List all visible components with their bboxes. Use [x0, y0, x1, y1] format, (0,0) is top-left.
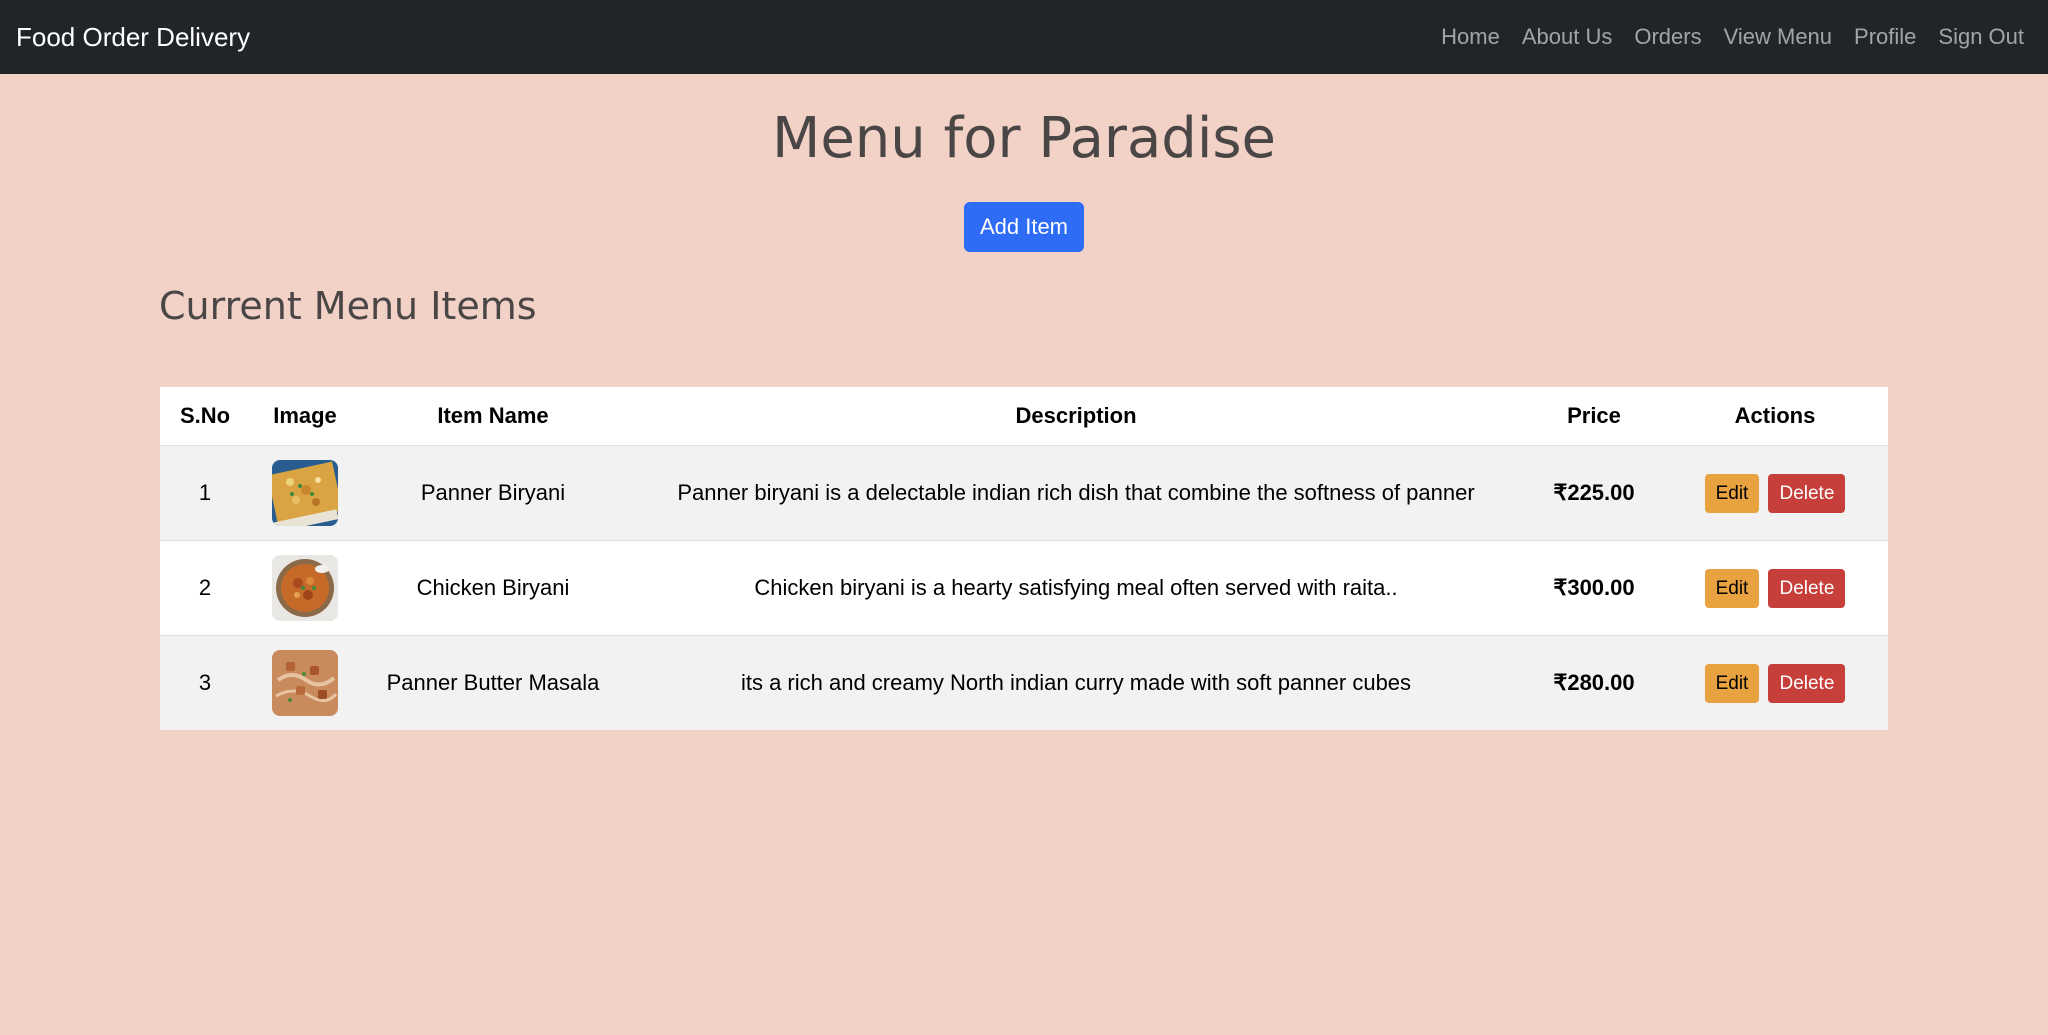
delete-button[interactable]: Delete: [1768, 663, 1846, 703]
delete-button[interactable]: Delete: [1768, 473, 1846, 513]
column-header-actions: Actions: [1662, 387, 1888, 446]
row-sno: 1: [160, 445, 250, 541]
edit-button[interactable]: Edit: [1704, 568, 1760, 608]
row-item-name: Chicken Biryani: [360, 540, 626, 636]
chicken-biryani-photo-icon: [272, 555, 338, 621]
row-item-name: Panner Butter Masala: [360, 635, 626, 730]
top-navbar: Food Order Delivery Home About Us Orders…: [0, 0, 2048, 74]
delete-button[interactable]: Delete: [1768, 568, 1846, 608]
nav-link-orders[interactable]: Orders: [1623, 24, 1712, 50]
page-title: Menu for Paradise: [772, 106, 1276, 171]
section-title: Current Menu Items: [159, 284, 537, 328]
row-price: ₹300.00: [1526, 540, 1662, 636]
nav-link-home[interactable]: Home: [1430, 24, 1511, 50]
nav-links: Home About Us Orders View Menu Profile S…: [1430, 0, 2024, 74]
row-description: Chicken biryani is a hearty satisfying m…: [626, 540, 1526, 636]
edit-button[interactable]: Edit: [1704, 663, 1760, 703]
row-item-name: Panner Biryani: [360, 445, 626, 541]
panner-biryani-photo-icon: [272, 460, 338, 526]
column-header-description: Description: [626, 387, 1526, 446]
edit-button[interactable]: Edit: [1704, 473, 1760, 513]
menu-items-table: S.No Image Item Name Description Price A…: [160, 387, 1888, 730]
table-row: 3 Panner Butter Masala its a rich and cr…: [160, 635, 1888, 730]
row-description: its a rich and creamy North indian curry…: [626, 635, 1526, 730]
column-header-item-name: Item Name: [360, 387, 626, 446]
row-actions: Edit Delete: [1662, 445, 1888, 541]
column-header-price: Price: [1526, 387, 1662, 446]
nav-link-sign-out[interactable]: Sign Out: [1927, 24, 2024, 50]
row-actions: Edit Delete: [1662, 540, 1888, 636]
row-price: ₹225.00: [1526, 445, 1662, 541]
row-sno: 2: [160, 540, 250, 636]
add-item-button[interactable]: Add Item: [964, 202, 1084, 252]
row-actions: Edit Delete: [1662, 635, 1888, 730]
table-row: 2 Chicken Biryani Chicken biryani is a h…: [160, 540, 1888, 636]
nav-link-profile[interactable]: Profile: [1843, 24, 1927, 50]
row-description: Panner biryani is a delectable indian ri…: [626, 445, 1526, 541]
row-sno: 3: [160, 635, 250, 730]
column-header-image: Image: [250, 387, 360, 446]
table-header-row: S.No Image Item Name Description Price A…: [160, 387, 1888, 446]
brand-link[interactable]: Food Order Delivery: [16, 0, 250, 74]
column-header-sno: S.No: [160, 387, 250, 446]
nav-link-view-menu[interactable]: View Menu: [1713, 24, 1843, 50]
panner-butter-masala-photo-icon: [272, 650, 338, 716]
row-price: ₹280.00: [1526, 635, 1662, 730]
table-row: 1 Panner Biryani Panner biryani is a del…: [160, 445, 1888, 541]
nav-link-about-us[interactable]: About Us: [1511, 24, 1624, 50]
